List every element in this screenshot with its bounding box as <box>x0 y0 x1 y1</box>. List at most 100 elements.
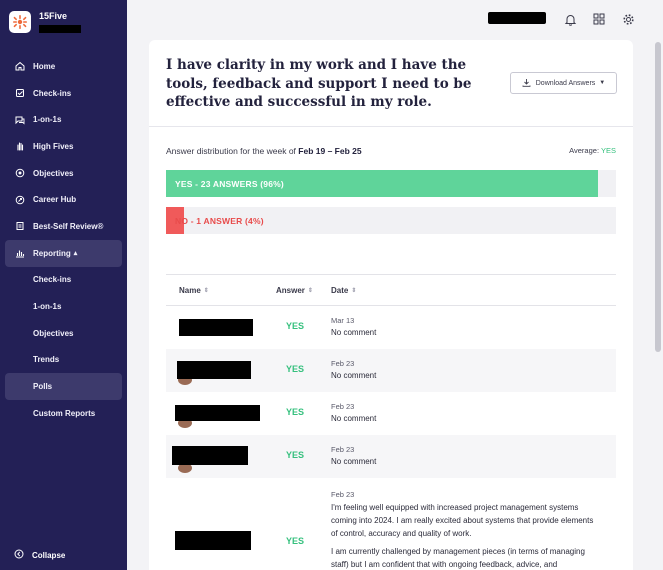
header-label: Date <box>331 286 349 295</box>
download-answers-label: Download Answers <box>535 79 596 87</box>
column-header-date[interactable]: Date ⇕ <box>331 275 356 306</box>
chat-icon <box>14 114 25 125</box>
respondent-name-redacted <box>175 531 251 550</box>
answer-date: Feb 23 <box>331 402 355 411</box>
sidebar-item-label: Home <box>33 61 56 71</box>
distribution-week: Feb 19 – Feb 25 <box>298 146 362 156</box>
sidebar-item-label: Objectives <box>33 168 74 178</box>
sidebar-subitem-check-ins[interactable]: Check-ins <box>0 267 127 294</box>
sidebar-subitem-label: Trends <box>33 355 60 365</box>
respondent-name-redacted <box>175 405 260 421</box>
checkin-icon <box>14 88 25 99</box>
sidebar-item-home[interactable]: Home <box>0 53 127 80</box>
download-answers-button[interactable]: Download Answers ▼ <box>510 72 617 94</box>
sidebar-item-check-ins[interactable]: Check-ins <box>0 80 127 107</box>
sidebar-item-label: Career Hub <box>33 195 77 205</box>
bell-icon[interactable] <box>562 11 578 27</box>
table-row[interactable]: YES Feb 23 No comment <box>166 435 616 478</box>
answer-date: Feb 23 <box>331 445 355 454</box>
sort-icon: ⇕ <box>203 288 209 294</box>
chevron-up-icon: ▴ <box>73 250 78 258</box>
sidebar-item-label: Check-ins <box>33 88 72 98</box>
header-label: Answer <box>276 286 305 295</box>
respondent-name-redacted <box>179 319 253 336</box>
answer-value: YES <box>286 364 305 374</box>
average-label: Average: <box>569 146 600 155</box>
download-icon <box>522 78 531 89</box>
sidebar: 15Five Home Check-ins 1-on-1s High Fives… <box>0 0 127 570</box>
grid-icon[interactable] <box>591 11 607 27</box>
table-row[interactable]: YES Feb 23 No comment <box>166 392 616 435</box>
answer-date: Mar 13 <box>331 316 355 325</box>
sidebar-item-objectives[interactable]: Objectives <box>0 160 127 187</box>
sidebar-subitem-1-on-1s[interactable]: 1-on-1s <box>0 293 127 320</box>
answer-comment: No comment <box>331 328 377 337</box>
table-row[interactable]: YES Feb 23 No comment <box>166 349 616 392</box>
answer-comment: No comment <box>331 414 377 423</box>
sidebar-item-career-hub[interactable]: Career Hub <box>0 186 127 213</box>
sidebar-item-label: Reporting <box>33 248 71 258</box>
divider <box>149 126 633 127</box>
table-header: Name ⇕ Answer ⇕ Date ⇕ <box>166 275 616 306</box>
top-bar <box>127 0 663 38</box>
sidebar-item-label: 1-on-1s <box>33 115 62 125</box>
answer-comment-continued: I am currently challenged by management … <box>331 547 585 569</box>
sidebar-subitem-label: Custom Reports <box>33 408 96 418</box>
column-header-name[interactable]: Name ⇕ <box>179 275 209 306</box>
home-icon <box>14 61 25 72</box>
answer-value: YES <box>286 536 305 546</box>
poll-question-title: I have clarity in my work and I have the… <box>166 57 472 110</box>
sidebar-subitem-label: Objectives <box>33 328 74 338</box>
distribution-label: Answer distribution for the week of Feb … <box>166 146 362 156</box>
brand[interactable]: 15Five <box>9 11 81 33</box>
answer-date: Feb 23 <box>331 359 355 368</box>
caret-down-icon: ▼ <box>599 80 606 86</box>
answer-comment: No comment <box>331 371 377 380</box>
chart-icon <box>14 248 25 259</box>
target-icon <box>14 168 25 179</box>
poll-results-card: I have clarity in my work and I have the… <box>149 40 633 570</box>
table-row[interactable]: YES Mar 13 No comment <box>166 306 616 349</box>
average-summary: Average: YES <box>569 146 616 155</box>
sidebar-nav: Home Check-ins 1-on-1s High Fives Object… <box>0 53 127 427</box>
brand-logo <box>9 11 31 33</box>
collapse-icon <box>14 549 24 561</box>
distribution-prefix: Answer distribution for the week of <box>166 146 299 156</box>
brand-name: 15Five <box>39 11 68 21</box>
sidebar-subitem-polls[interactable]: Polls <box>5 373 122 400</box>
company-name-redacted <box>39 25 81 33</box>
yes-bar-track: YES - 23 ANSWERS (96%) <box>166 170 616 197</box>
user-name-redacted[interactable] <box>488 12 546 24</box>
collapse-label: Collapse <box>32 550 66 560</box>
sidebar-subitem-objectives[interactable]: Objectives <box>0 320 127 347</box>
review-icon <box>14 221 25 232</box>
no-bar-label: NO - 1 ANSWER (4%) <box>175 215 264 226</box>
career-icon <box>14 194 25 205</box>
sidebar-item-label: Best-Self Review® <box>33 221 104 231</box>
answer-value: YES <box>286 407 305 417</box>
sort-icon: ⇕ <box>351 288 357 294</box>
yes-bar-label: YES - 23 ANSWERS (96%) <box>175 178 284 189</box>
sidebar-subitem-trends[interactable]: Trends <box>0 347 127 374</box>
high-five-icon <box>14 141 25 152</box>
table-row[interactable]: YES Feb 23 I'm feeling well equipped wit… <box>166 478 616 570</box>
sidebar-item-1-on-1s[interactable]: 1-on-1s <box>0 106 127 133</box>
sidebar-item-high-fives[interactable]: High Fives <box>0 133 127 160</box>
gear-icon[interactable] <box>620 11 636 27</box>
collapse-button[interactable]: Collapse <box>14 549 65 561</box>
sidebar-item-best-self-review[interactable]: Best-Self Review® <box>0 213 127 240</box>
no-bar-track: NO - 1 ANSWER (4%) <box>166 207 616 234</box>
respondent-name-redacted <box>172 446 248 465</box>
answer-comment: I'm feeling well equipped with increased… <box>331 503 594 538</box>
answer-value: YES <box>286 450 305 460</box>
sort-icon: ⇕ <box>307 288 313 294</box>
average-value: YES <box>600 146 616 155</box>
sidebar-item-label: High Fives <box>33 141 74 151</box>
answer-comment: No comment <box>331 457 377 466</box>
page-scrollbar[interactable] <box>655 42 661 352</box>
respondent-name-redacted <box>177 361 251 379</box>
sidebar-subitem-label: 1-on-1s <box>33 302 62 312</box>
sidebar-subitem-custom-reports[interactable]: Custom Reports <box>0 400 127 427</box>
column-header-answer[interactable]: Answer ⇕ <box>276 275 313 306</box>
sidebar-item-reporting[interactable]: Reporting ▴ <box>5 239 122 267</box>
